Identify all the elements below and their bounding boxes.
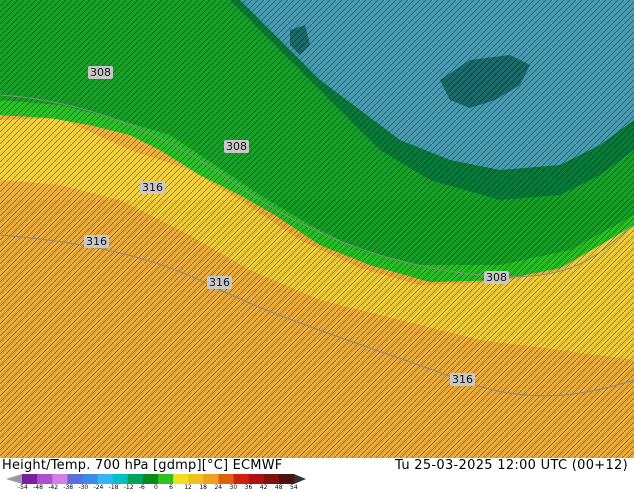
contour-label: 316 xyxy=(207,276,232,289)
colorbar-ticks: -54 -48 -42 -38 -30 -24 -18 -12 -6 0 6 12 18 24 30 36 42… xyxy=(18,484,322,492)
colorbar-segment xyxy=(82,474,99,484)
colorbar-segment xyxy=(233,474,250,484)
footer-bar: Height/Temp. 700 hPa [gdmp][°C] ECMWF Tu… xyxy=(0,458,634,492)
colorbar xyxy=(6,474,306,484)
contour-label: 308 xyxy=(484,271,509,284)
colorbar-segment xyxy=(112,474,129,484)
colorbar-segment xyxy=(52,474,68,484)
colorbar-segment xyxy=(158,474,174,484)
colorbar-segment xyxy=(127,474,144,484)
colorbar-segment xyxy=(203,474,219,484)
forecast-datetime: Tu 25-03-2025 12:00 UTC (00+12) xyxy=(395,458,628,473)
colorbar-segment xyxy=(67,474,83,484)
contour-label: 308 xyxy=(88,66,113,79)
map-canvas: 308 308 316 316 316 308 316 xyxy=(0,0,634,458)
colorbar-segment xyxy=(218,474,235,484)
colorbar-segment xyxy=(97,474,114,484)
colorbar-segment xyxy=(278,474,295,484)
colorbar-segment xyxy=(142,474,159,484)
contour-label: 308 xyxy=(224,140,249,153)
colorbar-segment xyxy=(22,474,38,484)
contour-label: 316 xyxy=(450,373,475,386)
colorbar-left-arrow xyxy=(6,474,22,484)
contour-label: 316 xyxy=(140,181,165,194)
colorbar-right-arrow xyxy=(294,474,306,484)
contour-label: 316 xyxy=(84,235,109,248)
colorbar-segment xyxy=(188,474,204,484)
map-title: Height/Temp. 700 hPa [gdmp][°C] ECMWF xyxy=(2,458,283,473)
colorbar-segment xyxy=(263,474,280,484)
colorbar-segment xyxy=(248,474,265,484)
colorbar-segment xyxy=(173,474,189,484)
colorbar-segment xyxy=(37,474,53,484)
